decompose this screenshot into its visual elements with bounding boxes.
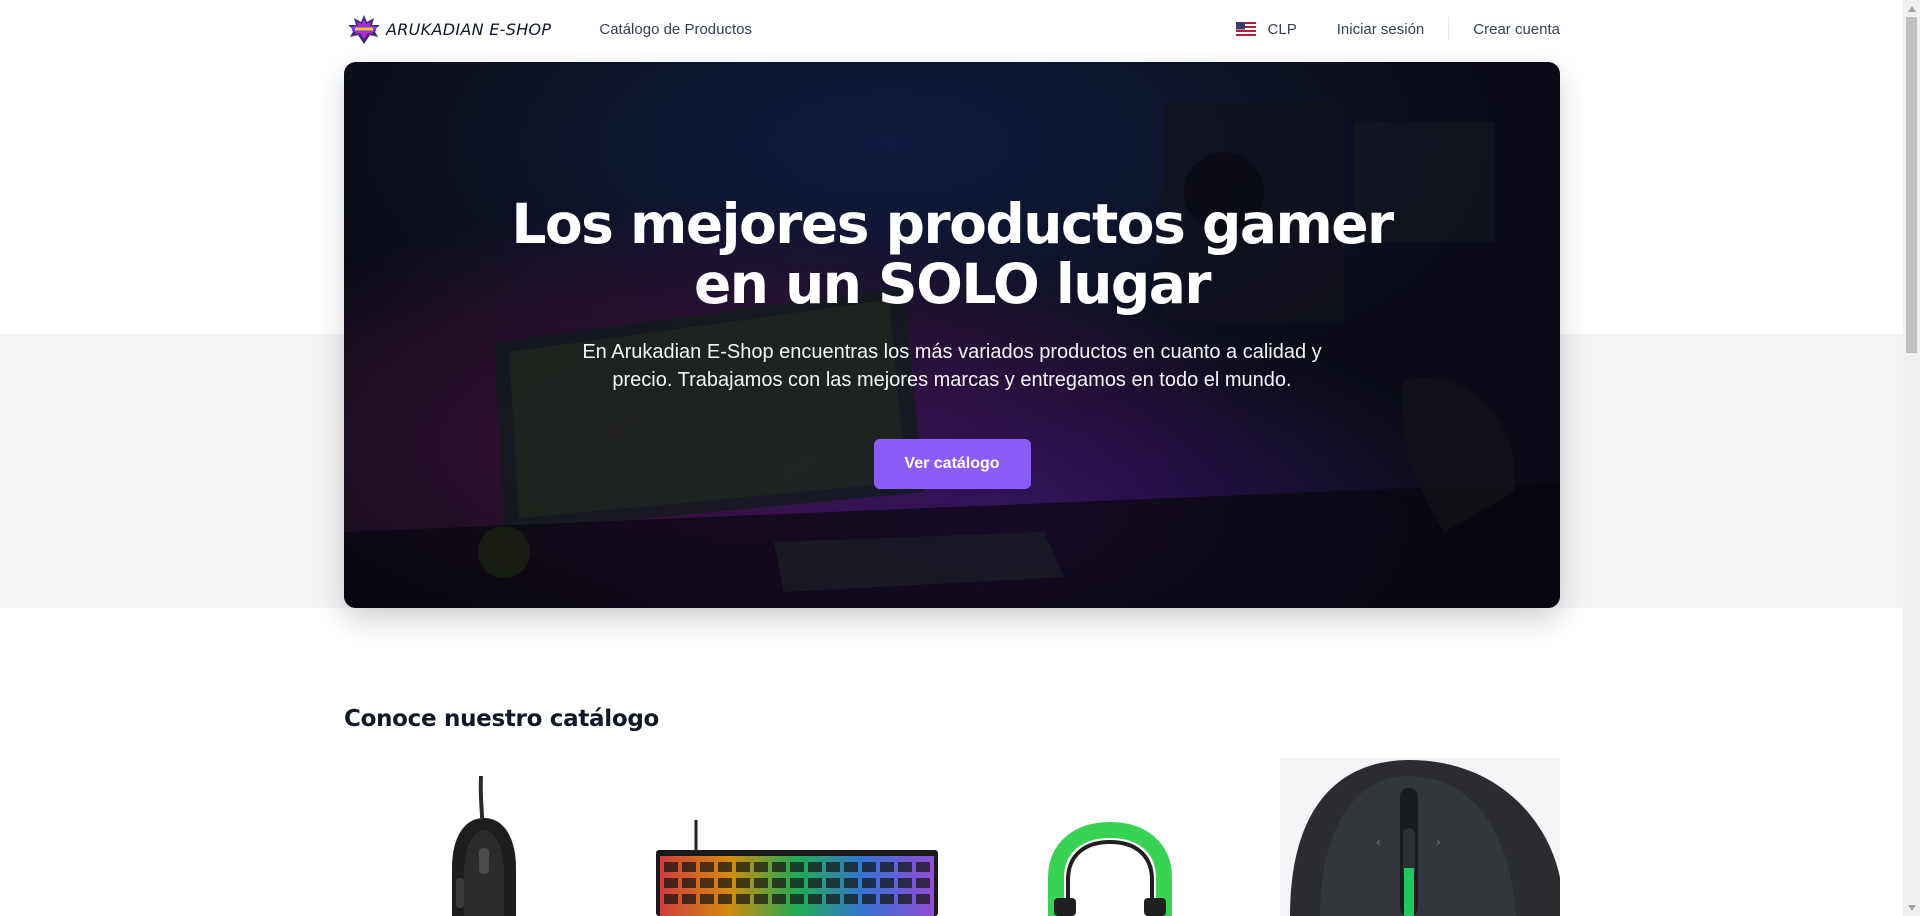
product-card-green-headset[interactable]: [970, 758, 1250, 916]
gaming-mouse-image: [344, 758, 624, 916]
product-card-mmo-mouse[interactable]: ‹ ›: [1280, 758, 1560, 916]
catalog-section-title: Conoce nuestro catálogo: [344, 706, 659, 732]
mmo-mouse-image: ‹ ›: [1280, 758, 1560, 916]
signup-link[interactable]: Crear cuenta: [1473, 21, 1560, 38]
hero-banner: Los mejores productos gamer en un SOLO l…: [344, 62, 1560, 608]
product-card-gaming-mouse[interactable]: [344, 758, 624, 916]
product-card-rgb-keyboard[interactable]: [656, 758, 938, 916]
nav-catalog-link[interactable]: Catálogo de Productos: [599, 21, 752, 38]
currency-label: CLP: [1267, 20, 1297, 38]
green-headset-image: [970, 758, 1250, 916]
site-header: ARUKADIAN E-SHOP Catálogo de Productos C…: [344, 0, 1560, 58]
hero-subtitle: En Arukadian E-Shop encuentras los más v…: [582, 341, 1322, 391]
view-catalog-button[interactable]: Ver catálogo: [873, 439, 1031, 489]
product-grid: ‹ ›: [344, 758, 1560, 916]
brand-logo-link[interactable]: ARUKADIAN E-SHOP: [344, 0, 551, 58]
arukadian-logo-icon: [344, 13, 384, 45]
header-actions: CLP Iniciar sesión Crear cuenta: [1235, 0, 1560, 58]
scrollbar-thumb[interactable]: [1906, 17, 1917, 353]
scroll-up-icon[interactable]: [1903, 0, 1920, 17]
hero-title: Los mejores productos gamer en un SOLO l…: [511, 192, 1394, 316]
svg-text:›: ›: [1436, 835, 1441, 849]
rgb-keyboard-image: [656, 758, 938, 916]
page-scrollbar[interactable]: [1903, 0, 1920, 916]
svg-text:‹: ‹: [1376, 835, 1381, 849]
login-link[interactable]: Iniciar sesión: [1337, 21, 1425, 38]
scroll-down-icon[interactable]: [1903, 899, 1920, 916]
brand-name: ARUKADIAN E-SHOP: [386, 19, 552, 39]
us-flag-icon: [1235, 22, 1256, 36]
currency-selector[interactable]: CLP: [1235, 20, 1297, 38]
header-divider: [1448, 17, 1450, 41]
hero-content: Los mejores productos gamer en un SOLO l…: [344, 62, 1560, 608]
